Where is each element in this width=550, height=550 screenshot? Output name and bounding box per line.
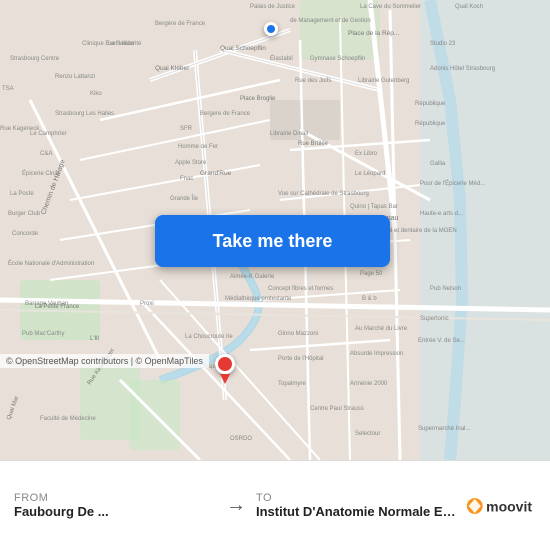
svg-text:Librairie Dinali: Librairie Dinali: [270, 131, 308, 137]
svg-text:Quai Schoepflin: Quai Schoepflin: [220, 45, 266, 52]
svg-text:B & b: B & b: [362, 296, 377, 302]
svg-text:Topalmyre: Topalmyre: [278, 381, 306, 387]
svg-text:La Cave du Sommelier: La Cave du Sommelier: [360, 4, 421, 10]
svg-text:République: République: [415, 121, 446, 127]
svg-text:Studio 23: Studio 23: [430, 41, 456, 47]
svg-text:Rue Brûlée: Rue Brûlée: [298, 141, 329, 147]
svg-text:Le Léopard: Le Léopard: [355, 171, 385, 177]
svg-text:Qual Koch: Qual Koch: [455, 4, 483, 10]
svg-text:Proxi: Proxi: [140, 301, 154, 307]
svg-text:Burger Club: Burger Club: [8, 211, 41, 217]
svg-text:Gymnase Schoepflin: Gymnase Schoepflin: [310, 56, 365, 62]
svg-text:Arménie 2000: Arménie 2000: [350, 381, 388, 387]
svg-text:Pub Mac'Carthy: Pub Mac'Carthy: [22, 331, 65, 337]
svg-text:Ginno Mazzoni: Ginno Mazzoni: [278, 331, 318, 337]
svg-text:Épicerie Cinar: Épicerie Cinar: [22, 170, 60, 177]
svg-text:moovit: moovit: [486, 498, 532, 514]
svg-text:Centre Paul Strauss: Centre Paul Strauss: [310, 406, 364, 412]
svg-text:École Nationale d'Administrati: École Nationale d'Administration: [8, 260, 94, 267]
svg-text:Supermarché Inal...: Supermarché Inal...: [418, 426, 471, 432]
svg-text:Strasbourg Les Halles: Strasbourg Les Halles: [55, 111, 114, 117]
svg-text:Grand'Rue: Grand'Rue: [200, 170, 232, 177]
svg-text:Librairie Gutenberg: Librairie Gutenberg: [358, 78, 409, 84]
svg-text:Rue des Juifs: Rue des Juifs: [295, 78, 331, 84]
svg-text:Ex Libro: Ex Libro: [355, 151, 378, 157]
svg-text:Porte de l'Hôpital: Porte de l'Hôpital: [278, 356, 324, 362]
map-copyright: © OpenStreetMap contributors | © OpenMap…: [0, 354, 209, 368]
take-me-there-button[interactable]: Take me there: [155, 215, 390, 267]
svg-text:Absurde Impression: Absurde Impression: [350, 351, 403, 357]
bottom-bar: From Faubourg De ... → To Institut D'Ana…: [0, 460, 550, 550]
svg-text:Grande Île: Grande Île: [170, 195, 199, 202]
svg-text:Page 50: Page 50: [360, 271, 383, 277]
svg-text:Adonis Hôtel Strasbourg: Adonis Hôtel Strasbourg: [430, 66, 495, 72]
location-to: To Institut D'Anatomie Normale Et Pa...: [256, 492, 458, 519]
from-name: Faubourg De ...: [14, 504, 216, 519]
svg-text:Supertonic: Supertonic: [420, 316, 449, 322]
svg-text:Bergère de France: Bergère de France: [155, 21, 206, 27]
svg-text:Palais de Justice: Palais de Justice: [250, 4, 296, 10]
svg-text:Élastabil: Élastabil: [270, 55, 293, 62]
svg-text:Quino | Tapas Bar: Quino | Tapas Bar: [350, 204, 398, 210]
svg-text:Haute-e arts d...: Haute-e arts d...: [420, 211, 463, 217]
svg-text:Concept fibres et formes: Concept fibres et formes: [268, 286, 333, 292]
from-label: From: [14, 492, 216, 504]
svg-text:Aimée-K Galerïe: Aimée-K Galerïe: [230, 274, 275, 280]
svg-text:TSA: TSA: [2, 86, 14, 92]
destination-marker: [215, 354, 235, 382]
svg-text:Faculté de Médecine: Faculté de Médecine: [40, 416, 96, 422]
svg-text:La Poste: La Poste: [10, 191, 34, 197]
svg-text:Quai Kléber: Quai Kléber: [155, 65, 190, 72]
svg-text:Bergere de France: Bergere de France: [200, 111, 251, 117]
svg-text:République: République: [415, 101, 446, 107]
svg-text:Gallia: Gallia: [430, 161, 446, 167]
svg-text:Au Marché du Livre: Au Marché du Livre: [355, 326, 408, 332]
svg-text:C&A: C&A: [40, 151, 52, 157]
svg-text:Concorde: Concorde: [12, 231, 39, 237]
svg-text:L'Ill: L'Ill: [90, 336, 99, 342]
svg-text:Fnac: Fnac: [180, 176, 193, 182]
svg-text:La Solidarité: La Solidarité: [108, 41, 142, 47]
svg-text:Selectour: Selectour: [355, 431, 380, 437]
svg-text:Barrage Vauban: Barrage Vauban: [25, 301, 68, 307]
svg-text:SFR: SFR: [180, 126, 193, 132]
svg-text:Pub Nelson: Pub Nelson: [430, 286, 461, 292]
svg-text:OSRDO: OSRDO: [230, 436, 252, 442]
to-name: Institut D'Anatomie Normale Et Pa...: [256, 504, 458, 519]
svg-text:Kiko: Kiko: [90, 91, 102, 97]
svg-text:Place Broglie: Place Broglie: [240, 96, 276, 102]
svg-text:Strasbourg Centre: Strasbourg Centre: [10, 56, 60, 62]
moovit-logo: moovit: [466, 488, 536, 524]
origin-marker: [264, 22, 278, 36]
svg-text:de Management et de Gestion: de Management et de Gestion: [290, 18, 371, 24]
svg-text:Rue Kageneck: Rue Kageneck: [0, 126, 40, 132]
svg-text:Homme de Fer: Homme de Fer: [178, 144, 218, 150]
svg-text:Apple Store: Apple Store: [175, 160, 207, 166]
svg-text:Médiathèque protestante: Médiathèque protestante: [225, 296, 292, 302]
svg-text:Vue sur Cathédrale de Strasbou: Vue sur Cathédrale de Strasbourg: [278, 191, 369, 197]
to-label: To: [256, 492, 458, 504]
svg-text:La Choucroute rie: La Choucroute rie: [185, 334, 233, 340]
arrow-icon: →: [226, 494, 246, 517]
svg-text:Pour de l'Épicerie Méd...: Pour de l'Épicerie Méd...: [420, 180, 486, 187]
svg-text:Entrée V. de Se...: Entrée V. de Se...: [418, 338, 465, 344]
svg-text:Place de la Rép...: Place de la Rép...: [348, 30, 400, 37]
svg-text:Renzo Lattanzi: Renzo Lattanzi: [55, 74, 95, 80]
map-container: Chemin de Halage Grand'Rue Rue Kirschleg…: [0, 0, 550, 460]
location-from: From Faubourg De ...: [14, 492, 216, 519]
